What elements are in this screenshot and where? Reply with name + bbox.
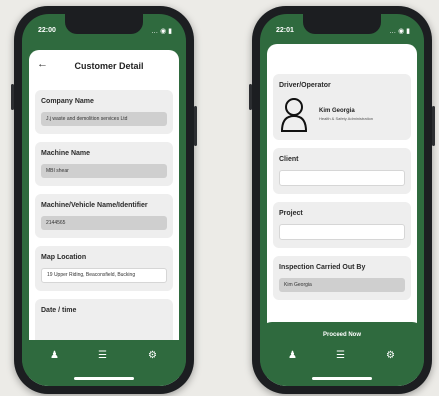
status-icons: … ◉ ▮ <box>151 28 172 35</box>
driver-name: Kim Georgia <box>319 107 355 114</box>
home-indicator <box>74 377 134 380</box>
header: ← Customer Detail <box>29 50 179 82</box>
power-button <box>432 106 435 146</box>
driver-role: Health & Safety Administration <box>319 115 374 121</box>
status-time: 22:01 <box>276 27 294 34</box>
status-time: 22:00 <box>38 27 56 34</box>
screen: 22:00 … ◉ ▮ ← Customer Detail Company Na… <box>22 14 186 386</box>
proceed-now-button[interactable]: Proceed Now <box>260 332 424 338</box>
machine-name-label: Machine Name <box>41 150 91 157</box>
settings-icon[interactable]: ⚙ <box>148 350 157 361</box>
power-button <box>194 106 197 146</box>
notch <box>303 14 381 34</box>
list-icon[interactable]: ☰ <box>98 350 107 361</box>
home-indicator <box>312 377 372 380</box>
notch <box>65 14 143 34</box>
driver-label: Driver/Operator <box>279 82 331 89</box>
map-location-label: Map Location <box>41 254 87 261</box>
machine-name-card: Machine Name MBI shear <box>35 142 173 186</box>
map-location-field[interactable]: 19 Upper Riding, Beaconsfield, Bucking <box>41 268 167 283</box>
phone-right: 22:01 … ◉ ▮ Driver/Operator Kim Georgia … <box>249 6 435 394</box>
status-icons: … ◉ ▮ <box>389 28 410 35</box>
person-icon[interactable]: ♟ <box>50 350 59 361</box>
phone-left: 22:00 … ◉ ▮ ← Customer Detail Company Na… <box>11 6 197 394</box>
client-card: Client <box>273 148 411 194</box>
settings-icon[interactable]: ⚙ <box>386 350 395 361</box>
volume-button <box>11 84 14 110</box>
machine-name-field[interactable]: MBI shear <box>41 164 167 178</box>
bottom-tab-bar: ♟ ☰ ⚙ <box>22 340 186 386</box>
inspection-card: Inspection Carried Out By Kim Georgia <box>273 256 411 300</box>
volume-button <box>249 84 252 110</box>
screen: 22:01 … ◉ ▮ Driver/Operator Kim Georgia … <box>260 14 424 386</box>
inspection-field[interactable]: Kim Georgia <box>279 278 405 292</box>
machine-identifier-field[interactable]: 2144565 <box>41 216 167 230</box>
project-label: Project <box>279 210 303 217</box>
list-icon[interactable]: ☰ <box>336 350 345 361</box>
driver-info: Kim Georgia Health & Safety Administrati… <box>319 108 373 121</box>
company-name-field[interactable]: J.j waste and demolition services Ltd <box>41 112 167 126</box>
map-location-card: Map Location 19 Upper Riding, Beaconsfie… <box>35 246 173 291</box>
customer-detail-sheet: ← Customer Detail Company Name J.j waste… <box>29 50 179 386</box>
person-icon[interactable]: ♟ <box>288 350 297 361</box>
inspection-label: Inspection Carried Out By <box>279 264 366 271</box>
date-time-label: Date / time <box>41 307 77 314</box>
driver-card: Driver/Operator Kim Georgia Health & Saf… <box>273 74 411 140</box>
machine-identifier-card: Machine/Vehicle Name/Identifier 2144565 <box>35 194 173 238</box>
proceed-panel: Proceed Now ♟ ☰ ⚙ <box>260 322 424 386</box>
company-name-label: Company Name <box>41 98 94 105</box>
machine-identifier-label: Machine/Vehicle Name/Identifier <box>41 202 148 209</box>
client-input[interactable] <box>279 170 405 186</box>
client-label: Client <box>279 156 299 163</box>
company-name-card: Company Name J.j waste and demolition se… <box>35 90 173 134</box>
project-card: Project <box>273 202 411 248</box>
date-time-card: Date / time <box>35 299 173 345</box>
project-input[interactable] <box>279 224 405 240</box>
user-avatar-icon <box>280 98 308 132</box>
page-title: Customer Detail <box>74 61 144 71</box>
driver-row: Kim Georgia Health & Safety Administrati… <box>279 96 405 132</box>
